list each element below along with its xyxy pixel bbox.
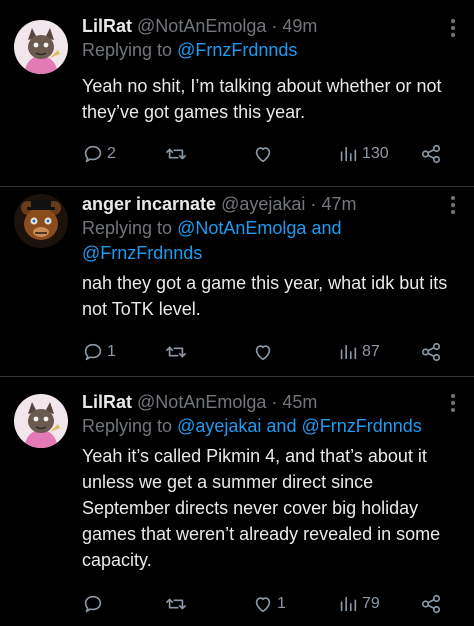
share-button[interactable]: [420, 591, 442, 617]
timestamp[interactable]: 45m: [282, 392, 317, 412]
timestamp[interactable]: 49m: [282, 16, 317, 36]
views-icon: [340, 596, 357, 612]
avatar[interactable]: [14, 194, 68, 248]
mention-link[interactable]: @FrnzFrdnnds: [82, 243, 202, 263]
view-count: 79: [362, 595, 380, 612]
heart-icon: [255, 345, 271, 361]
tweet-text: Yeah it’s called Pikmin 4, and that’s ab…: [82, 446, 441, 570]
reply-icon: [84, 343, 102, 361]
reply-count: 2: [107, 145, 116, 162]
reply-button[interactable]: 1: [82, 339, 116, 365]
share-button[interactable]: [420, 141, 442, 167]
heart-icon: [255, 147, 271, 163]
display-name[interactable]: LilRat: [82, 392, 132, 412]
views-button[interactable]: 87: [337, 339, 380, 365]
mention-link[interactable]: @FrnzFrdnnds: [301, 416, 421, 436]
heart-icon: [255, 597, 271, 613]
share-icon: [421, 594, 441, 614]
views-icon: [340, 146, 357, 162]
share-icon: [421, 144, 441, 164]
share-button[interactable]: [420, 339, 442, 365]
mention-and: and: [266, 416, 297, 436]
like-button[interactable]: 1: [252, 591, 286, 617]
views-button[interactable]: 130: [337, 141, 389, 167]
replying-to-label: Replying to: [82, 416, 173, 436]
like-button[interactable]: [252, 339, 277, 365]
reply-icon: [84, 595, 102, 613]
avatar[interactable]: [14, 394, 68, 448]
handle[interactable]: @ayejakai: [221, 194, 305, 214]
views-button[interactable]: 79: [337, 591, 380, 617]
retweet-icon: [166, 598, 186, 610]
retweet-icon: [166, 148, 186, 160]
retweet-button[interactable]: [164, 339, 191, 365]
share-icon: [421, 342, 441, 362]
view-count: 87: [362, 343, 380, 360]
tweet-text: nah they got a game this year, what idk …: [82, 273, 448, 319]
tweet-1-actions: 2 130: [82, 141, 460, 167]
retweet-icon: [166, 346, 186, 358]
replying-to-line: Replying to @NotAnEmolga and @FrnzFrdnnd…: [82, 216, 460, 266]
like-count: 1: [277, 595, 286, 612]
retweet-button[interactable]: [164, 591, 191, 617]
views-icon: [340, 344, 357, 360]
replying-to-line: Replying to @FrnzFrdnnds: [82, 38, 460, 63]
replying-to-label: Replying to: [82, 218, 173, 238]
more-options-icon[interactable]: [450, 195, 456, 219]
handle[interactable]: @NotAnEmolga: [137, 16, 266, 36]
display-name[interactable]: anger incarnate: [82, 194, 216, 214]
display-name[interactable]: LilRat: [82, 16, 132, 36]
view-count: 130: [362, 145, 389, 162]
replying-to-label: Replying to: [82, 40, 173, 60]
mention-link[interactable]: @FrnzFrdnnds: [177, 40, 297, 60]
like-button[interactable]: [252, 141, 277, 167]
more-options-icon[interactable]: [450, 393, 456, 417]
avatar[interactable]: [14, 20, 68, 74]
mention-link[interactable]: @ayejakai: [177, 416, 261, 436]
reply-button[interactable]: [82, 591, 107, 617]
tweet-2-actions: 1 87: [82, 339, 460, 365]
separator-dot: ·: [271, 392, 278, 412]
tweet-3-actions: 1 79: [82, 591, 460, 617]
more-options-icon[interactable]: [450, 18, 456, 42]
tweet-text: Yeah no shit, I’m talking about whether …: [82, 76, 442, 122]
reply-button[interactable]: 2: [82, 141, 116, 167]
timestamp[interactable]: 47m: [321, 194, 356, 214]
reply-count: 1: [107, 343, 116, 360]
retweet-button[interactable]: [164, 141, 191, 167]
handle[interactable]: @NotAnEmolga: [137, 392, 266, 412]
mention-and: and: [311, 218, 342, 238]
replying-to-line: Replying to @ayejakai and @FrnzFrdnnds: [82, 414, 460, 439]
separator-dot: ·: [310, 194, 317, 214]
tweet-3[interactable]: LilRat @NotAnEmolga · 45m Replying to @a…: [0, 377, 474, 626]
reply-icon: [84, 145, 102, 163]
separator-dot: ·: [271, 16, 278, 36]
mention-link[interactable]: @NotAnEmolga: [177, 218, 306, 238]
